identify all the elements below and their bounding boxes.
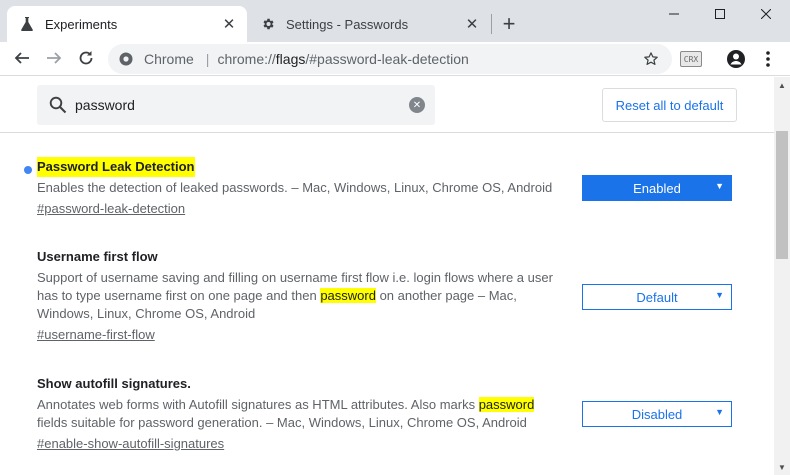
flag-title: Username first flow bbox=[37, 249, 158, 264]
flag-description-line: Annotates web forms with Autofill signat… bbox=[37, 397, 535, 412]
url-text: chrome://flags/#password-leak-detection bbox=[217, 51, 469, 67]
address-bar[interactable]: Chrome | chrome://flags/#password-leak-d… bbox=[108, 44, 672, 74]
minimize-icon bbox=[669, 13, 679, 15]
select-value: Disabled bbox=[631, 406, 683, 422]
tab-experiments[interactable]: Experiments ✕ bbox=[7, 6, 247, 42]
omnibox-divider: | bbox=[205, 51, 210, 67]
scroll-up-arrow-icon[interactable]: ▲ bbox=[774, 77, 790, 93]
crx-extension-icon[interactable]: CRX bbox=[680, 51, 702, 67]
select-value: Enabled bbox=[633, 180, 681, 196]
flag-state-select[interactable]: Disabled ▼ bbox=[582, 401, 732, 427]
close-icon bbox=[761, 9, 771, 19]
flags-search-header: password ✕ Reset all to default bbox=[0, 77, 774, 133]
flag-anchor-link[interactable]: #enable-show-autofill-signatures bbox=[37, 435, 224, 453]
tab-title: Settings - Passwords bbox=[286, 16, 409, 32]
flag-state-select[interactable]: Enabled ▼ bbox=[582, 175, 732, 201]
flag-anchor-link[interactable]: #username-first-flow bbox=[37, 326, 155, 344]
flag-title: Show autofill signatures. bbox=[37, 376, 191, 391]
gear-icon bbox=[260, 16, 276, 32]
tab-divider bbox=[491, 14, 492, 34]
close-icon[interactable]: ✕ bbox=[219, 14, 239, 34]
maximize-button[interactable] bbox=[697, 0, 743, 28]
new-tab-button[interactable]: + bbox=[496, 11, 522, 37]
flag-state-select[interactable]: Default ▼ bbox=[582, 284, 732, 310]
flags-page: password ✕ Reset all to default Password… bbox=[0, 77, 774, 475]
flag-description-line: Support of username saving and filling o… bbox=[37, 270, 553, 285]
flag-description: Enables the detection of leaked password… bbox=[37, 180, 553, 195]
search-query: password bbox=[75, 97, 135, 113]
search-match-highlight: password bbox=[478, 397, 535, 412]
profile-avatar-icon[interactable] bbox=[724, 47, 748, 71]
flag-title: Password Leak Detection bbox=[37, 157, 195, 177]
flask-icon bbox=[19, 16, 35, 32]
flag-show-autofill-signatures: Show autofill signatures. Annotates web … bbox=[0, 374, 774, 464]
chrome-logo-icon bbox=[118, 51, 134, 67]
search-input[interactable]: password ✕ bbox=[37, 85, 435, 125]
close-icon[interactable]: ✕ bbox=[462, 14, 482, 34]
flag-description-line: fields suitable for password generation.… bbox=[37, 415, 527, 430]
flag-description-line: Windows, Linux, Chrome OS, Android bbox=[37, 306, 256, 321]
page-scrollbar[interactable]: ▲ ▼ bbox=[774, 77, 790, 475]
clear-search-icon[interactable]: ✕ bbox=[409, 97, 425, 113]
dropdown-arrow-icon: ▼ bbox=[715, 290, 724, 300]
flag-password-leak-detection: Password Leak Detection Enables the dete… bbox=[0, 157, 774, 227]
maximize-icon bbox=[715, 9, 725, 19]
site-chip-label: Chrome bbox=[144, 51, 194, 67]
window-close-button[interactable] bbox=[743, 0, 789, 28]
select-value: Default bbox=[636, 289, 678, 305]
scrollbar-thumb[interactable] bbox=[776, 131, 788, 259]
flag-username-first-flow: Username first flow Support of username … bbox=[0, 247, 774, 347]
minimize-button[interactable] bbox=[651, 0, 697, 28]
tab-title: Experiments bbox=[45, 16, 118, 32]
search-icon bbox=[47, 94, 69, 116]
reload-icon bbox=[79, 51, 93, 65]
browser-toolbar: Chrome | chrome://flags/#password-leak-d… bbox=[0, 42, 790, 76]
flag-anchor-link[interactable]: #password-leak-detection bbox=[37, 200, 185, 218]
dropdown-arrow-icon: ▼ bbox=[715, 407, 724, 417]
reload-button[interactable] bbox=[72, 44, 100, 72]
tab-settings-passwords[interactable]: Settings - Passwords ✕ bbox=[250, 6, 490, 42]
title-bar: Experiments ✕ Settings - Passwords ✕ + bbox=[0, 0, 790, 42]
arrow-right-icon bbox=[47, 52, 62, 64]
modified-indicator-dot bbox=[24, 166, 32, 174]
flag-description-line: has to type username first on one page a… bbox=[37, 288, 517, 303]
forward-button[interactable] bbox=[40, 44, 68, 72]
scroll-down-arrow-icon[interactable]: ▼ bbox=[774, 459, 790, 475]
search-match-highlight: password bbox=[320, 288, 376, 303]
reset-all-button[interactable]: Reset all to default bbox=[602, 88, 737, 122]
bookmark-star-icon[interactable] bbox=[640, 48, 662, 70]
back-button[interactable] bbox=[8, 44, 36, 72]
more-menu-icon[interactable] bbox=[756, 47, 780, 71]
dropdown-arrow-icon: ▼ bbox=[715, 181, 724, 191]
arrow-left-icon bbox=[14, 52, 29, 64]
